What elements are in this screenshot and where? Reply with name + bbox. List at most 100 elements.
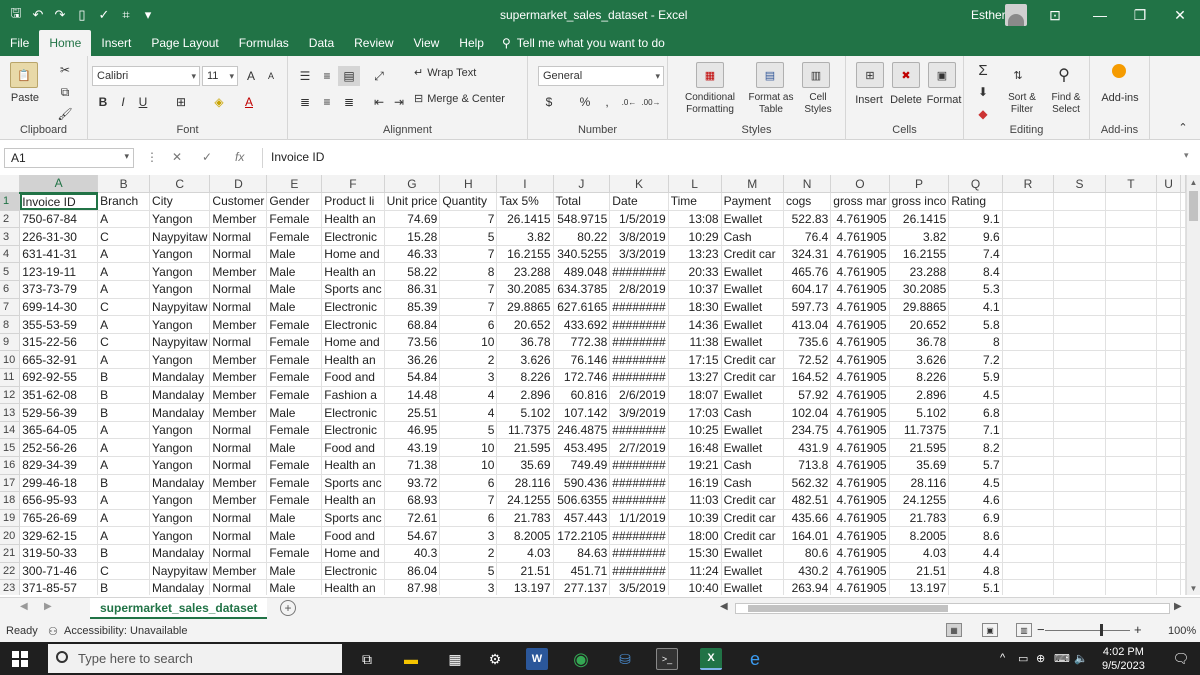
row-header[interactable]: 17 [0, 474, 21, 493]
cell[interactable]: Member [209, 350, 268, 370]
cell[interactable]: 8.2 [948, 438, 1003, 457]
cell[interactable]: 24.1255 [496, 491, 554, 510]
cell[interactable] [1002, 386, 1055, 405]
cell[interactable]: 634.3785 [553, 280, 611, 299]
cell-styles-button[interactable]: Cell Styles [796, 92, 840, 116]
cell[interactable]: A [97, 526, 151, 545]
cell[interactable]: 17:15 [668, 350, 722, 370]
windows-start-icon[interactable] [12, 651, 28, 667]
cell[interactable]: Yangon [149, 350, 211, 370]
cell[interactable]: Yangon [149, 526, 211, 545]
cell[interactable]: 102.04 [783, 403, 832, 422]
cell[interactable] [1180, 509, 1186, 528]
cell[interactable]: 3/3/2019 [609, 245, 669, 264]
cell[interactable]: 86.04 [384, 562, 441, 581]
font-color-button[interactable]: A [238, 92, 260, 112]
cell[interactable] [1002, 491, 1055, 510]
cell[interactable] [1053, 386, 1106, 405]
cell[interactable]: 21.51 [496, 562, 554, 581]
cell[interactable]: 20:33 [668, 262, 722, 282]
restore-icon[interactable]: ❐ [1120, 0, 1160, 30]
cell[interactable]: 84.63 [553, 544, 611, 563]
align-right-icon[interactable]: ≣ [338, 92, 360, 112]
row-header[interactable]: 12 [0, 386, 21, 405]
cell[interactable]: 30.2085 [496, 280, 554, 299]
cell[interactable]: 23.288 [889, 262, 950, 282]
row-header[interactable]: 16 [0, 456, 21, 475]
cell[interactable]: 13.197 [496, 579, 554, 595]
row-header[interactable]: 9 [0, 333, 21, 352]
cell[interactable]: 4.761905 [830, 368, 890, 387]
cell[interactable]: 54.67 [384, 526, 441, 545]
cell[interactable]: Ewallet [721, 210, 784, 229]
cell[interactable] [1053, 526, 1106, 545]
cell[interactable]: 35.69 [496, 456, 554, 475]
cell[interactable]: 829-34-39 [19, 456, 99, 475]
cell[interactable]: C [97, 227, 151, 246]
cell[interactable] [1053, 315, 1106, 334]
cell[interactable]: 246.4875 [553, 421, 611, 440]
cell[interactable] [1002, 403, 1055, 422]
cell[interactable] [1105, 350, 1158, 370]
cell[interactable]: 6.8 [948, 403, 1003, 422]
cell[interactable]: B [97, 544, 151, 563]
scroll-thumb[interactable] [1189, 191, 1198, 221]
cell[interactable]: Naypyitaw [149, 562, 211, 581]
cell[interactable]: 10:37 [668, 280, 722, 299]
cell[interactable]: Credit car [721, 509, 784, 528]
cell[interactable]: Mandalay [149, 474, 211, 493]
cell[interactable]: Normal [209, 227, 268, 246]
cell[interactable]: 4.1 [948, 298, 1003, 317]
cell[interactable]: Ewallet [721, 562, 784, 581]
cell[interactable]: Female [266, 474, 323, 493]
cancel-icon[interactable]: ✕ [172, 150, 182, 164]
row-header[interactable]: 21 [0, 544, 21, 563]
tab-file[interactable]: File [0, 30, 39, 56]
cell[interactable]: 2/6/2019 [609, 386, 669, 405]
cell[interactable]: 8.6 [948, 526, 1003, 545]
column-header[interactable]: I [496, 175, 554, 194]
align-center-icon[interactable]: ≡ [316, 92, 338, 112]
cell[interactable]: 20.652 [889, 315, 950, 334]
cell[interactable] [1105, 333, 1158, 352]
row-header[interactable]: 22 [0, 562, 21, 581]
cell[interactable] [1156, 192, 1181, 211]
column-header[interactable]: N [783, 175, 832, 194]
column-header[interactable]: F [321, 175, 385, 194]
new-file-icon[interactable]: ▯ [72, 4, 92, 26]
cell[interactable] [1002, 298, 1055, 317]
cell[interactable]: Electronic [321, 562, 385, 581]
decrease-decimal-icon[interactable]: .00→ [640, 92, 662, 112]
cell[interactable] [1180, 368, 1186, 387]
cell[interactable]: Food and [321, 368, 385, 387]
cell[interactable] [1053, 298, 1106, 317]
cell[interactable]: 8 [439, 262, 498, 282]
cell[interactable] [1180, 280, 1186, 299]
cell[interactable]: 7 [439, 280, 498, 299]
cell[interactable] [1180, 262, 1186, 282]
cell[interactable]: Home and [321, 245, 385, 264]
cell[interactable]: Yangon [149, 456, 211, 475]
conditional-formatting-icon[interactable]: ▦ [696, 62, 724, 88]
row-header[interactable]: 3 [0, 227, 21, 246]
column-header[interactable]: D [209, 175, 268, 194]
cell[interactable]: 506.6355 [553, 491, 611, 510]
cell[interactable]: 18:07 [668, 386, 722, 405]
cell[interactable] [1156, 562, 1181, 581]
cell[interactable]: 9.1 [948, 210, 1003, 229]
cell[interactable]: 5.102 [496, 403, 554, 422]
cell[interactable]: B [97, 403, 151, 422]
cell[interactable]: 18:30 [668, 298, 722, 317]
cell[interactable]: Home and [321, 544, 385, 563]
cell[interactable] [1180, 526, 1186, 545]
cell[interactable]: 7.1 [948, 421, 1003, 440]
cell[interactable]: 80.22 [553, 227, 611, 246]
column-header[interactable]: J [553, 175, 611, 194]
cell[interactable]: Sports anc [321, 509, 385, 528]
cell[interactable]: 6 [439, 474, 498, 493]
format-cells-icon[interactable]: ▣ [928, 62, 956, 88]
cell[interactable]: 4.761905 [830, 544, 890, 563]
row-header[interactable]: 14 [0, 421, 21, 440]
cell[interactable] [1156, 280, 1181, 299]
cell[interactable]: 21.783 [889, 509, 950, 528]
